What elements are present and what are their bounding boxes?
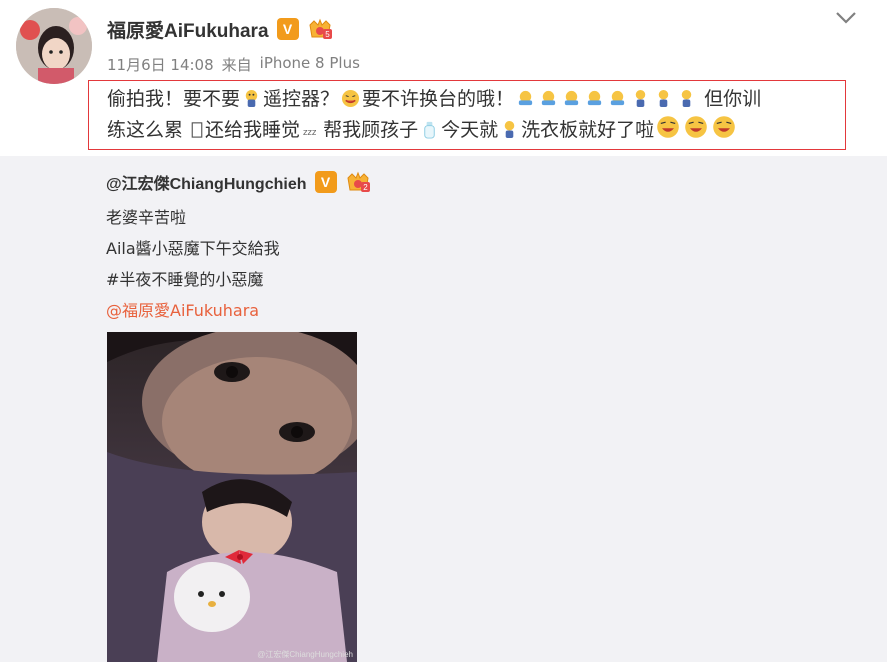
kneel-emoji-icon xyxy=(631,89,650,108)
text-segment: 偷拍我！要不要 xyxy=(107,88,241,110)
source-prefix: 来自 xyxy=(221,56,252,74)
author-name[interactable]: 福原愛AiFukuhara xyxy=(107,16,269,43)
repost-mention-link[interactable]: @福原愛AiFukuhara xyxy=(106,297,259,321)
text-segment: 遥控器？ xyxy=(263,88,340,110)
laugh-emoji-icon xyxy=(684,115,708,139)
text-segment: 帮我顾孩子 xyxy=(323,119,419,141)
svg-text:5: 5 xyxy=(325,30,330,39)
post-meta: 11月6日 14:08 来自 iPhone 8 Plus xyxy=(107,54,360,75)
post-text-highlighted: 偷拍我！要不要 遥控器？ 要不许换台的哦！ 但你训 练这么累 还给我睡觉 zzz 帮我顾… xyxy=(88,80,846,150)
repost-author-row: @江宏傑ChiangHungchieh V 2 xyxy=(106,170,371,194)
repost-hashtag[interactable]: #半夜不睡覺的小惡魔 xyxy=(106,266,263,290)
kneel-emoji-icon xyxy=(654,89,673,108)
kneel-emoji-icon xyxy=(677,89,696,108)
hug-emoji-icon xyxy=(539,89,558,108)
repost-text-line: 老婆辛苦啦 xyxy=(106,208,187,227)
source-device[interactable]: iPhone 8 Plus xyxy=(260,54,360,75)
text-segment: 今天就 xyxy=(441,119,499,141)
text-segment: 要不许换台的哦！ xyxy=(362,88,515,110)
text-segment: 洗衣板就好了啦 xyxy=(521,119,655,141)
repost-block: @江宏傑ChiangHungchieh V 2 老婆辛苦啦 Aila醬小惡魔下午… xyxy=(0,156,887,662)
verified-badge-icon: V xyxy=(276,18,299,40)
author-avatar[interactable] xyxy=(16,8,92,84)
laugh-emoji-icon xyxy=(712,115,736,139)
chevron-down-icon[interactable] xyxy=(835,10,857,24)
repost-author-name[interactable]: @江宏傑ChiangHungchieh xyxy=(106,170,307,194)
kneel-emoji-icon xyxy=(500,120,519,139)
weibo-post: 福原愛AiFukuhara V 5 11月6日 14:08 来自 iPhone … xyxy=(0,0,887,156)
vip-crown-icon: 5 xyxy=(307,17,333,41)
repost-text-line: Aila醬小惡魔下午交給我 xyxy=(106,239,280,258)
text-segment: 但你训 xyxy=(704,88,762,110)
baby-bottle-emoji-icon xyxy=(420,120,439,139)
yum-face-emoji-icon xyxy=(341,89,360,108)
sleep-zzz-emoji-icon: zzz xyxy=(302,120,321,139)
hug-emoji-icon xyxy=(516,89,535,108)
hug-emoji-icon xyxy=(562,89,581,108)
photo-watermark: @江宏傑ChiangHungchieh xyxy=(257,650,353,659)
vip-crown-icon: 2 xyxy=(345,170,371,194)
text-segment: 还给我睡觉 xyxy=(205,119,301,141)
repost-photo[interactable]: @江宏傑ChiangHungchieh xyxy=(107,332,357,662)
svg-text:2: 2 xyxy=(363,183,368,192)
laugh-emoji-icon xyxy=(656,115,680,139)
text-segment: 练这么累 xyxy=(107,119,190,141)
hug-emoji-icon xyxy=(608,89,627,108)
missing-glyph-icon xyxy=(191,120,203,139)
hug-emoji-icon xyxy=(585,89,604,108)
svg-text:zzz: zzz xyxy=(303,128,317,138)
remote-emoji-icon xyxy=(242,89,261,108)
author-row: 福原愛AiFukuhara V 5 xyxy=(107,14,333,44)
post-timestamp[interactable]: 11月6日 14:08 xyxy=(107,54,214,75)
verified-badge-icon: V xyxy=(314,171,337,193)
